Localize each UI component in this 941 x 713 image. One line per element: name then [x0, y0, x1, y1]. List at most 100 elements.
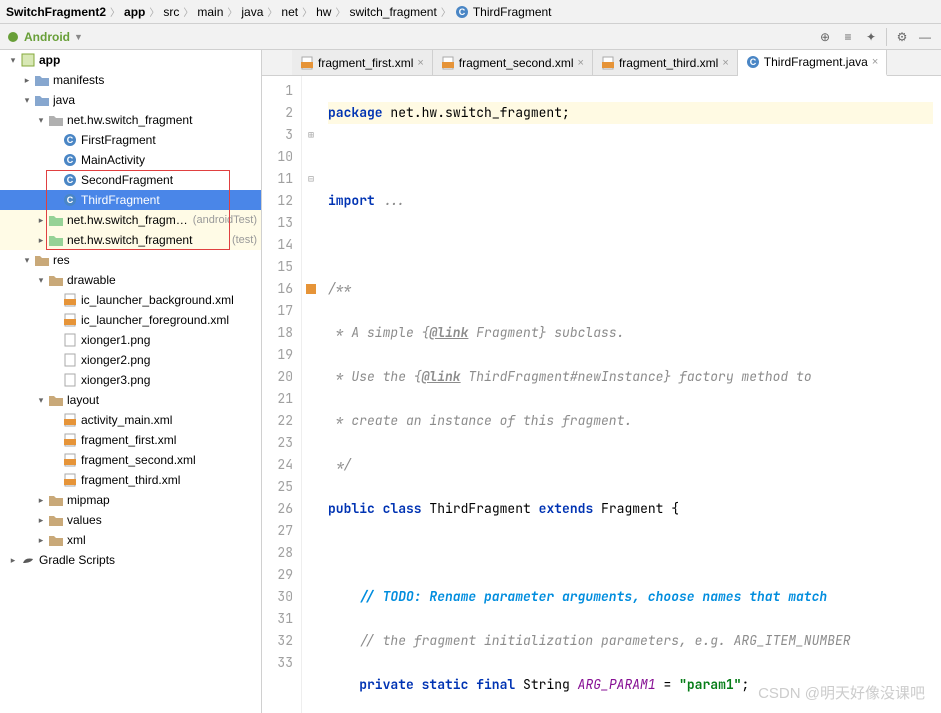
image-icon: [62, 372, 78, 388]
close-icon[interactable]: ×: [417, 57, 423, 69]
package-icon: [48, 212, 64, 228]
tree-manifests[interactable]: ▸manifests: [0, 70, 261, 90]
tree-class-second[interactable]: CSecondFragment: [0, 170, 261, 190]
tree-package[interactable]: ▾net.hw.switch_fragment: [0, 110, 261, 130]
crumb[interactable]: main: [197, 5, 223, 19]
crumb[interactable]: switch_fragment: [349, 5, 436, 19]
svg-text:C: C: [67, 155, 74, 165]
tree-class-third[interactable]: CThirdFragment: [0, 190, 261, 210]
tree-res[interactable]: ▾res: [0, 250, 261, 270]
tree-file[interactable]: activity_main.xml: [0, 410, 261, 430]
breadcrumb: SwitchFragment2 〉 app 〉 src 〉 main 〉 java 〉 n…: [0, 0, 941, 24]
tab-thirdfragment-java[interactable]: CThirdFragment.java×: [738, 50, 887, 76]
expand-down-icon: ▾: [20, 255, 34, 266]
expand-down-icon: ▾: [34, 115, 48, 126]
tab-fragment-first[interactable]: fragment_first.xml×: [292, 50, 433, 75]
tree-class-main[interactable]: CMainActivity: [0, 150, 261, 170]
crumb[interactable]: SwitchFragment2: [6, 5, 106, 19]
xml-icon: [62, 452, 78, 468]
expand-right-icon: ▸: [34, 235, 48, 246]
sort-icon[interactable]: ≡: [838, 27, 858, 47]
editor-area: fragment_first.xml× fragment_second.xml×…: [262, 50, 941, 713]
folder-icon: [48, 492, 64, 508]
expand-right-icon: ▸: [6, 555, 20, 566]
tree-app[interactable]: ▾app: [0, 50, 261, 70]
svg-text:C: C: [67, 135, 74, 145]
fold-icon[interactable]: ⊟: [306, 168, 316, 190]
collapse-icon[interactable]: —: [915, 27, 935, 47]
separator: [886, 28, 887, 46]
crumb[interactable]: hw: [316, 5, 331, 19]
svg-text:C: C: [750, 57, 757, 67]
line-gutter[interactable]: 1231011121314151617181920212223242526272…: [262, 76, 302, 713]
tree-file[interactable]: fragment_second.xml: [0, 450, 261, 470]
image-icon: [62, 332, 78, 348]
filter-icon[interactable]: ✦: [861, 27, 881, 47]
code-content[interactable]: package net.hw.switch_fragment; import .…: [320, 76, 941, 713]
class-icon: C: [62, 152, 78, 168]
tree-values[interactable]: ▸values: [0, 510, 261, 530]
module-selector[interactable]: Android ▼: [6, 30, 83, 44]
folder-icon: [48, 512, 64, 528]
code-editor[interactable]: 1231011121314151617181920212223242526272…: [262, 76, 941, 713]
related-icon[interactable]: [304, 282, 318, 296]
tree-file[interactable]: ic_launcher_background.xml: [0, 290, 261, 310]
svg-text:C: C: [67, 175, 74, 185]
tree-xml[interactable]: ▸xml: [0, 530, 261, 550]
class-icon: C: [62, 132, 78, 148]
svg-text:C: C: [459, 7, 466, 17]
tree-file[interactable]: ic_launcher_foreground.xml: [0, 310, 261, 330]
tab-fragment-third[interactable]: fragment_third.xml×: [593, 50, 738, 75]
tree-package-androidtest[interactable]: ▸net.hw.switch_fragment(androidTest): [0, 210, 261, 230]
close-icon[interactable]: ×: [722, 57, 728, 69]
chevron-right-icon: 〉: [149, 4, 159, 19]
project-toolbar: Android ▼ ⊕ ≡ ✦ ⚙ —: [0, 24, 941, 50]
tree-package-test[interactable]: ▸net.hw.switch_fragment(test): [0, 230, 261, 250]
tree-file[interactable]: fragment_third.xml: [0, 470, 261, 490]
close-icon[interactable]: ×: [872, 56, 878, 68]
tree-file[interactable]: xionger2.png: [0, 350, 261, 370]
settings-icon[interactable]: ⚙: [892, 27, 912, 47]
class-icon: C: [455, 5, 469, 19]
class-icon: C: [62, 172, 78, 188]
expand-down-icon: ▾: [6, 55, 20, 66]
editor-tabs: fragment_first.xml× fragment_second.xml×…: [262, 50, 941, 76]
crumb[interactable]: src: [163, 5, 179, 19]
tree-gradle[interactable]: ▸Gradle Scripts: [0, 550, 261, 570]
expand-down-icon: ▾: [20, 95, 34, 106]
tree-class-first[interactable]: CFirstFragment: [0, 130, 261, 150]
gradle-icon: [20, 552, 36, 568]
crumb[interactable]: app: [124, 5, 145, 19]
tree-layout[interactable]: ▾layout: [0, 390, 261, 410]
tree-drawable[interactable]: ▾drawable: [0, 270, 261, 290]
fold-gutter[interactable]: ⊞ ⊟: [302, 76, 320, 713]
tree-java[interactable]: ▾java: [0, 90, 261, 110]
crumb[interactable]: net: [281, 5, 298, 19]
tree-file[interactable]: fragment_first.xml: [0, 430, 261, 450]
chevron-right-icon: 〉: [227, 4, 237, 19]
chevron-right-icon: 〉: [335, 4, 345, 19]
fold-icon[interactable]: ⊞: [306, 124, 316, 146]
chevron-right-icon: 〉: [441, 4, 451, 19]
xml-icon: [62, 472, 78, 488]
tree-file[interactable]: xionger3.png: [0, 370, 261, 390]
crumb[interactable]: java: [241, 5, 263, 19]
project-tree[interactable]: ▾app ▸manifests ▾java ▾net.hw.switch_fra…: [0, 50, 262, 713]
expand-right-icon: ▸: [34, 215, 48, 226]
tab-fragment-second[interactable]: fragment_second.xml×: [433, 50, 593, 75]
expand-down-icon: ▾: [34, 275, 48, 286]
xml-icon: [62, 312, 78, 328]
expand-right-icon: ▸: [34, 495, 48, 506]
tree-file[interactable]: xionger1.png: [0, 330, 261, 350]
folder-icon: [48, 272, 64, 288]
tree-mipmap[interactable]: ▸mipmap: [0, 490, 261, 510]
folder-icon: [34, 72, 50, 88]
close-icon[interactable]: ×: [578, 57, 584, 69]
expand-right-icon: ▸: [34, 515, 48, 526]
class-icon: C: [62, 192, 78, 208]
chevron-right-icon: 〉: [302, 4, 312, 19]
xml-icon: [62, 292, 78, 308]
chevron-right-icon: 〉: [267, 4, 277, 19]
target-icon[interactable]: ⊕: [815, 27, 835, 47]
crumb[interactable]: ThirdFragment: [473, 5, 552, 19]
